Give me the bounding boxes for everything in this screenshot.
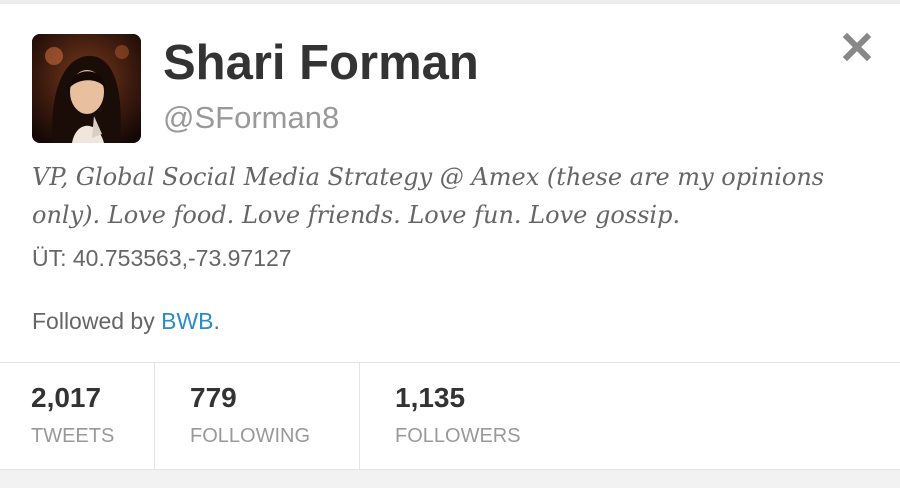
- tweets-label: TWEETS: [31, 425, 115, 447]
- avatar[interactable]: [32, 34, 141, 143]
- close-icon: [842, 32, 872, 62]
- stats-bar: 2,017 TWEETS 779 FOLLOWING 1,135 FOLLOWE…: [0, 363, 900, 469]
- profile-card: Shari Forman @SForman8 VP, Global Social…: [0, 0, 900, 488]
- followed-by: Followed by BWB.: [32, 306, 220, 336]
- profile-bio: VP, Global Social Media Strategy @ Amex …: [32, 163, 825, 229]
- following-stat[interactable]: 779 FOLLOWING: [155, 363, 360, 469]
- following-count: 779: [190, 382, 237, 413]
- close-button[interactable]: [838, 28, 876, 66]
- followed-by-prefix: Followed by: [32, 308, 162, 334]
- followed-by-user-link[interactable]: BWB: [161, 308, 213, 334]
- card-footer: [0, 469, 900, 488]
- followers-stat[interactable]: 1,135 FOLLOWERS: [360, 363, 900, 469]
- card-top-edge: [0, 0, 900, 4]
- profile-name[interactable]: Shari Forman: [163, 34, 479, 92]
- profile-photo-icon: [32, 34, 141, 143]
- followed-by-suffix: .: [213, 308, 220, 334]
- followers-label: FOLLOWERS: [395, 425, 521, 447]
- profile-location: ÜT: 40.753563,-73.97127: [32, 245, 292, 271]
- following-label: FOLLOWING: [190, 425, 311, 447]
- profile-handle[interactable]: @SForman8: [163, 99, 339, 137]
- tweets-stat[interactable]: 2,017 TWEETS: [0, 363, 155, 469]
- followers-count: 1,135: [395, 382, 466, 413]
- tweets-count: 2,017: [31, 382, 102, 413]
